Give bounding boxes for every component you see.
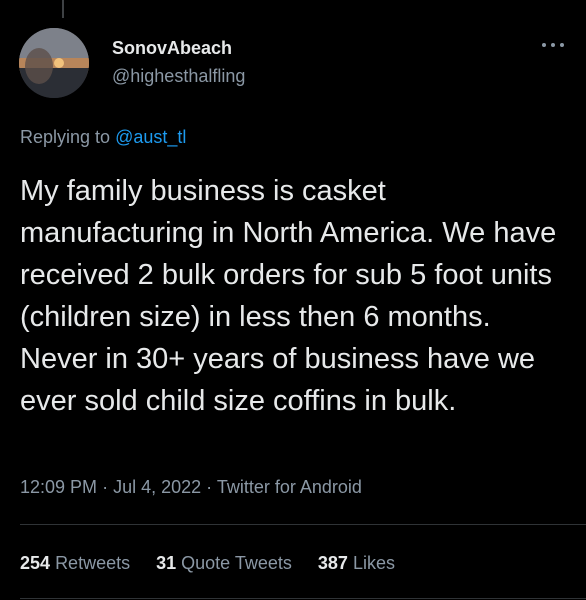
replying-to-prefix: Replying to [20,127,111,147]
thread-connector-line [62,0,64,18]
quote-tweets-stat[interactable]: 31 Quote Tweets [156,553,292,574]
tweet-stats: 254 Retweets 31 Quote Tweets 387 Likes [20,553,395,574]
divider [20,524,586,525]
replying-to: Replying to @aust_tl [20,127,186,148]
tweet-source[interactable]: Twitter for Android [217,477,362,497]
dot [560,43,564,47]
dot [551,43,555,47]
divider [20,598,586,599]
quote-tweets-count: 31 [156,553,177,573]
tweet-date[interactable]: Jul 4, 2022 [113,477,201,497]
quote-tweets-label: Quote Tweets [181,553,292,573]
likes-stat[interactable]: 387 Likes [318,553,395,574]
meta-separator: · [102,477,109,497]
replying-to-link[interactable]: @aust_tl [115,127,186,147]
likes-label: Likes [352,553,395,573]
meta-separator: · [206,477,213,497]
retweets-count: 254 [20,553,51,573]
likes-count: 387 [317,553,348,573]
retweets-label: Retweets [55,553,131,573]
author-handle[interactable]: @highesthalfling [112,66,245,87]
sunset-profile-photo-icon [19,28,89,98]
tweet-time[interactable]: 12:09 PM [20,477,97,497]
avatar[interactable] [19,28,89,98]
tweet-metadata: 12:09 PM · Jul 4, 2022 · Twitter for And… [20,477,362,498]
retweets-stat[interactable]: 254 Retweets [20,553,130,574]
dot [542,43,546,47]
more-horizontal-icon[interactable] [542,38,564,52]
author-display-name[interactable]: SonovAbeach [112,38,232,59]
tweet-text: My family business is casket manufacturi… [20,175,557,417]
